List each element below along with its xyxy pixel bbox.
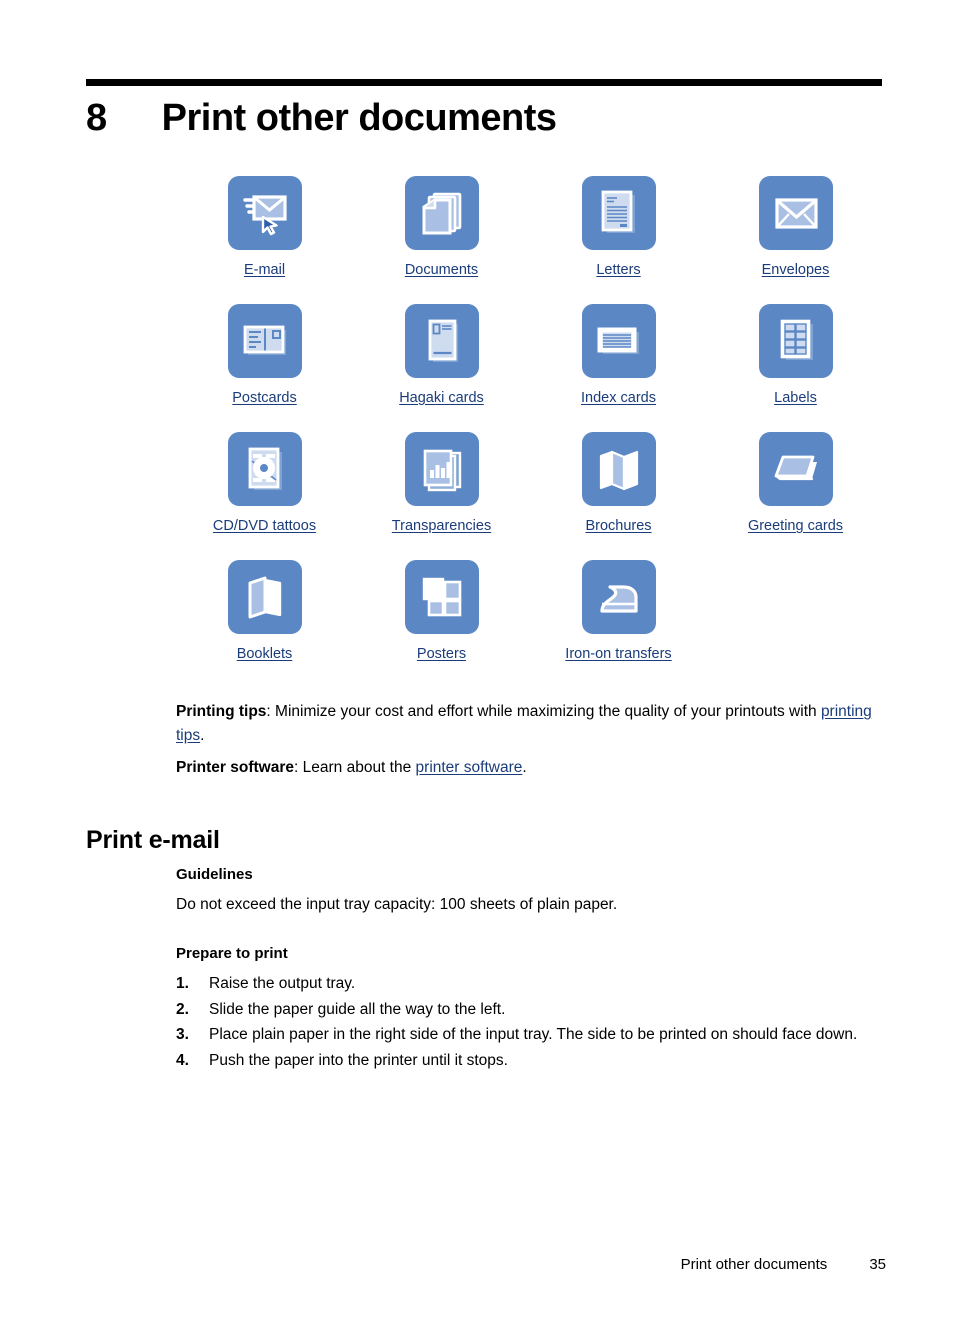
list-item: 2. Slide the paper guide all the way to … — [176, 998, 888, 1023]
footer-page-number: 35 — [869, 1256, 886, 1273]
chapter-number: 8 — [86, 97, 107, 139]
booklet-icon[interactable] — [227, 560, 302, 634]
icon-row: CD/DVD tattoos Transparencies Brochures … — [176, 432, 884, 560]
grid-item-envelopes[interactable]: Envelopes — [707, 176, 884, 304]
stacked-documents-icon[interactable] — [404, 176, 479, 250]
list-item: 3. Place plain paper in the right side o… — [176, 1023, 888, 1048]
list-item: 4. Push the paper into the printer until… — [176, 1049, 888, 1074]
step-number: 1. — [176, 975, 189, 992]
printer-software-period: . — [522, 759, 527, 776]
grid-item-cd-dvd-tattoos[interactable]: CD/DVD tattoos — [176, 432, 353, 560]
grid-label[interactable]: Transparencies — [392, 518, 491, 535]
step-text: Place plain paper in the right side of t… — [209, 1026, 858, 1043]
grid-label[interactable]: Letters — [596, 262, 640, 279]
greeting-card-icon[interactable] — [758, 432, 833, 506]
prepare-to-print-title: Prepare to print — [176, 945, 288, 962]
prepare-steps-list: 1. Raise the output tray. 2. Slide the p… — [176, 972, 888, 1073]
grid-label[interactable]: Envelopes — [762, 262, 830, 279]
grid-label[interactable]: Hagaki cards — [399, 390, 484, 407]
icon-row: Booklets Posters Iron-on transfers — [176, 560, 884, 688]
printing-tips-label: Printing tips — [176, 703, 267, 720]
index-card-icon[interactable] — [581, 304, 656, 378]
printing-tips-paragraph: Printing tips: Minimize your cost and ef… — [176, 700, 886, 748]
grid-item-letters[interactable]: Letters — [530, 176, 707, 304]
grid-item-iron-on-transfers[interactable]: Iron-on transfers — [530, 560, 707, 688]
step-number: 3. — [176, 1026, 189, 1043]
printer-software-text: : Learn about the — [294, 759, 416, 776]
section-heading: Print e-mail — [86, 825, 220, 854]
grid-item-greeting-cards[interactable]: Greeting cards — [707, 432, 884, 560]
cd-dvd-tattoo-icon[interactable] — [227, 432, 302, 506]
printing-tips-period: . — [200, 727, 205, 744]
poster-tiles-icon[interactable] — [404, 560, 479, 634]
grid-item-documents[interactable]: Documents — [353, 176, 530, 304]
guidelines-text: Do not exceed the input tray capacity: 1… — [176, 896, 618, 913]
iron-icon[interactable] — [581, 560, 656, 634]
footer-title: Print other documents — [680, 1256, 828, 1273]
step-number: 4. — [176, 1051, 189, 1069]
page-footer: Print other documents 35 — [0, 1255, 886, 1275]
printing-tips-text: : Minimize your cost and effort while ma… — [266, 703, 821, 720]
list-item: 1. Raise the output tray. — [176, 972, 888, 997]
step-text: Push the paper into the printer until it… — [209, 1051, 508, 1069]
hagaki-card-icon[interactable] — [404, 304, 479, 378]
step-text: Raise the output tray. — [209, 975, 356, 992]
icon-row: Postcards Hagaki cards Index cards Label… — [176, 304, 884, 432]
grid-label[interactable]: CD/DVD tattoos — [213, 518, 316, 535]
grid-label[interactable]: Booklets — [237, 646, 293, 663]
grid-label[interactable]: Postcards — [232, 390, 296, 407]
grid-label[interactable]: Index cards — [581, 390, 656, 407]
grid-label[interactable]: Greeting cards — [748, 518, 843, 535]
grid-item-transparencies[interactable]: Transparencies — [353, 432, 530, 560]
label-sheet-icon[interactable] — [758, 304, 833, 378]
grid-label[interactable]: Labels — [774, 390, 817, 407]
intro-paragraphs: Printing tips: Minimize your cost and ef… — [176, 700, 886, 788]
grid-label[interactable]: Iron-on transfers — [565, 646, 671, 663]
email-with-cursor-icon[interactable] — [227, 176, 302, 250]
page-title: Print other documents — [161, 97, 557, 139]
chapter-rule — [86, 79, 882, 86]
grid-label[interactable]: Posters — [417, 646, 466, 663]
step-text: Slide the paper guide all the way to the… — [209, 1000, 506, 1018]
grid-item-labels[interactable]: Labels — [707, 304, 884, 432]
grid-item-postcards[interactable]: Postcards — [176, 304, 353, 432]
letter-page-icon[interactable] — [581, 176, 656, 250]
printer-software-paragraph: Printer software: Learn about the printe… — [176, 756, 886, 780]
postcard-icon[interactable] — [227, 304, 302, 378]
grid-item-posters[interactable]: Posters — [353, 560, 530, 688]
guidelines-section: Guidelines Do not exceed the input tray … — [176, 864, 888, 917]
icon-row: E-mail Documents Letters Envelopes — [176, 176, 884, 304]
document-type-grid: E-mail Documents Letters Envelopes Postc… — [176, 176, 884, 688]
grid-item-brochures[interactable]: Brochures — [530, 432, 707, 560]
grid-item-hagaki-cards[interactable]: Hagaki cards — [353, 304, 530, 432]
grid-label[interactable]: Documents — [405, 262, 478, 279]
grid-item-email[interactable]: E-mail — [176, 176, 353, 304]
guidelines-title: Guidelines — [176, 866, 253, 883]
grid-item-index-cards[interactable]: Index cards — [530, 304, 707, 432]
envelope-icon[interactable] — [758, 176, 833, 250]
grid-label[interactable]: Brochures — [585, 518, 651, 535]
chapter-header: 8 Print other documents — [86, 92, 886, 148]
printer-software-link[interactable]: printer software — [416, 759, 523, 776]
step-number: 2. — [176, 1000, 189, 1018]
grid-item-booklets[interactable]: Booklets — [176, 560, 353, 688]
transparencies-icon[interactable] — [404, 432, 479, 506]
brochure-fold-icon[interactable] — [581, 432, 656, 506]
grid-label[interactable]: E-mail — [244, 262, 285, 279]
prepare-to-print-section: Prepare to print 1. Raise the output tra… — [176, 943, 888, 1074]
printer-software-label: Printer software — [176, 759, 295, 776]
